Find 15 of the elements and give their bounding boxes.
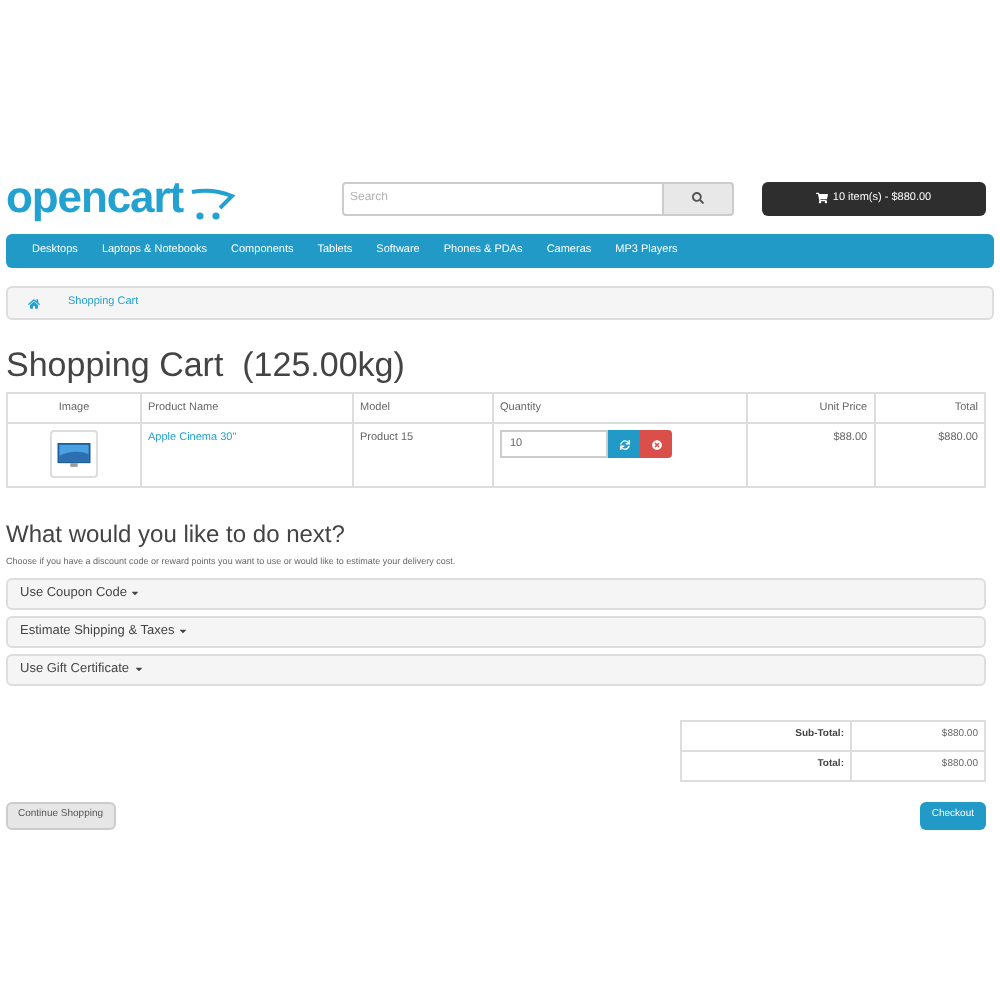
search-button[interactable]: [664, 181, 734, 215]
logo[interactable]: opencart: [6, 176, 184, 220]
cart-logo-icon: [187, 188, 236, 220]
cart-icon: [816, 192, 829, 204]
caret-icon: [178, 626, 189, 637]
caret-icon: [133, 664, 144, 675]
caret-icon: [130, 588, 141, 599]
search-icon: [692, 192, 704, 204]
update-button[interactable]: [608, 430, 640, 458]
remove-button[interactable]: [640, 430, 672, 458]
close-icon: [651, 439, 661, 449]
page-title: Shopping Cart (125.00kg): [6, 348, 407, 382]
home-icon[interactable]: [28, 297, 40, 309]
refresh-icon: [619, 439, 629, 449]
section-heading: What would you like to do next?: [6, 522, 347, 546]
